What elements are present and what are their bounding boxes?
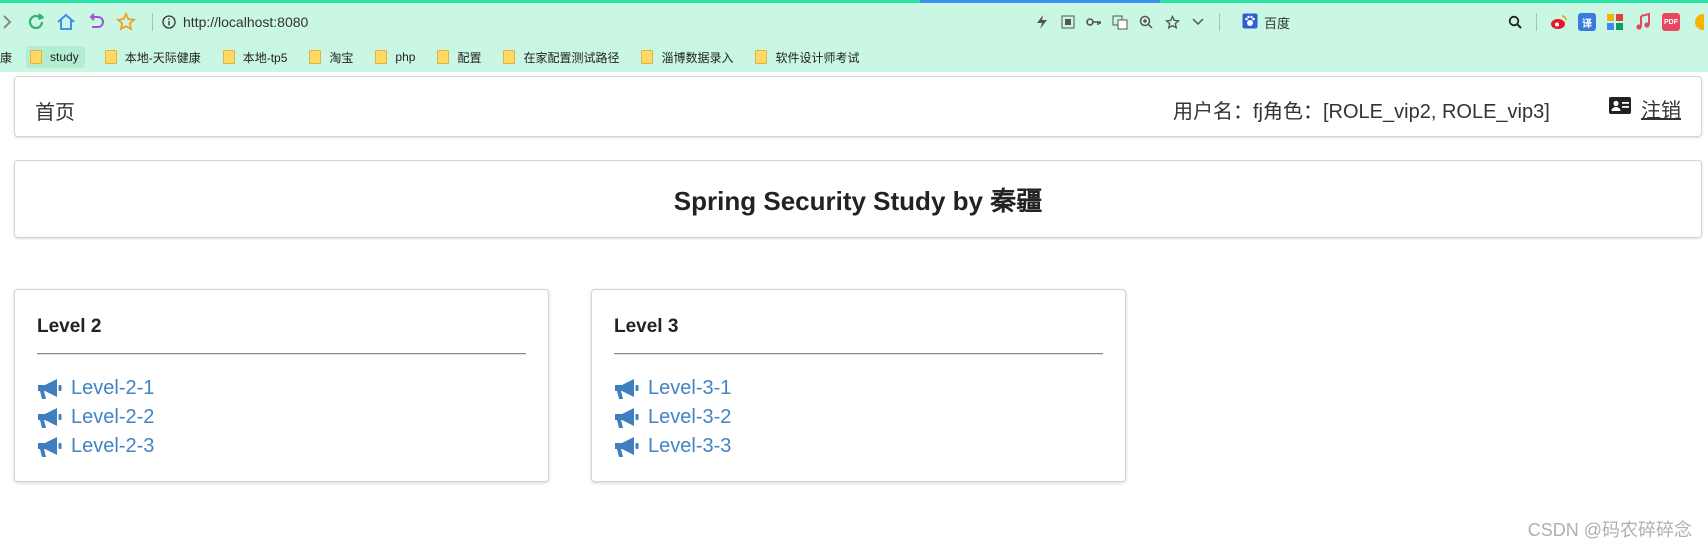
title-segment: Spring Security Study by 秦疆: [14, 160, 1702, 238]
page-load-progress: [0, 0, 1708, 3]
bullhorn-icon: [614, 436, 639, 458]
level-2-1-link[interactable]: Level-2-1: [71, 377, 154, 400]
browser-chrome: http://localhost:8080 百度 译 PDF 康 study 本…: [0, 0, 1708, 72]
bullhorn-icon: [37, 407, 62, 429]
folder-icon: [755, 50, 768, 64]
bookmark-config[interactable]: 配置: [435, 46, 483, 68]
logout-link[interactable]: 注销: [1609, 94, 1681, 123]
favorite-star-icon[interactable]: [114, 10, 138, 34]
moon-icon[interactable]: [1690, 13, 1708, 31]
link-list: Level-2-1 Level-2-2 Level-2-3: [37, 374, 154, 461]
bookmark-tianji[interactable]: 本地-天际健康: [103, 46, 203, 68]
level-2-card: Level 2 Level-2-1 Level-2-2 Level-2-3: [14, 289, 549, 482]
logout-label: 注销: [1641, 100, 1681, 122]
top-menu: 首页 用户名：fj角色：[ROLE_vip2, ROLE_vip3] 注销: [14, 76, 1702, 137]
bullhorn-icon: [37, 436, 62, 458]
toolbar-divider: [152, 13, 153, 31]
bookmark-label: 淄博数据录入: [661, 50, 734, 65]
level-2-3-link[interactable]: Level-2-3: [71, 435, 154, 458]
list-item: Level-2-2: [37, 403, 154, 432]
list-item: Level-3-1: [614, 374, 731, 403]
toolbar-divider: [1536, 13, 1537, 31]
browser-toolbar: http://localhost:8080 百度 译 PDF: [0, 5, 1708, 39]
bookmark-label: study: [50, 50, 79, 64]
bookmark-tp5[interactable]: 本地-tp5: [221, 46, 290, 68]
user-role-info: 用户名：fj角色：[ROLE_vip2, ROLE_vip3]: [1173, 101, 1550, 123]
weibo-extension-icon[interactable]: [1550, 13, 1568, 31]
bookmark-php[interactable]: php: [373, 46, 417, 68]
search-engine-label: 百度: [1264, 15, 1291, 31]
bookmark-home-config[interactable]: 在家配置测试路径: [501, 46, 621, 68]
level-2-2-link[interactable]: Level-2-2: [71, 406, 154, 429]
bookmark-star-icon[interactable]: [1162, 12, 1182, 32]
undo-close-tab-icon[interactable]: [84, 10, 108, 34]
apps-grid-icon[interactable]: [1606, 13, 1624, 31]
home-link[interactable]: 首页: [35, 96, 75, 125]
list-item: Level-2-3: [37, 432, 154, 461]
folder-icon: [437, 50, 450, 64]
bullhorn-icon: [614, 378, 639, 400]
divider: [614, 353, 1103, 355]
site-info-icon[interactable]: [161, 10, 177, 34]
card-heading: Level 3: [614, 316, 679, 337]
folder-icon: [309, 50, 322, 64]
folder-icon: [375, 50, 388, 64]
bookmark-partial[interactable]: 康: [0, 46, 14, 68]
translate-icon[interactable]: [1110, 12, 1130, 32]
list-item: Level-3-2: [614, 403, 731, 432]
card-heading: Level 2: [37, 316, 102, 337]
pdf-extension-icon[interactable]: PDF: [1662, 13, 1680, 31]
folder-icon: [222, 50, 235, 64]
level-3-card: Level 3 Level-3-1 Level-3-2 Level-3-3: [591, 289, 1126, 482]
toolbar-right: 百度 译 PDF: [1029, 5, 1708, 39]
lightning-icon[interactable]: [1032, 12, 1052, 32]
folder-icon: [30, 50, 43, 64]
folder-icon: [104, 50, 117, 64]
link-list: Level-3-1 Level-3-2 Level-3-3: [614, 374, 731, 461]
bookmark-zibo-data[interactable]: 淄博数据录入: [639, 46, 735, 68]
bookmarks-bar: 康 study 本地-天际健康 本地-tp5 淘宝 php 配置 在家配置测试路…: [0, 44, 1708, 70]
bookmark-label: php: [395, 50, 416, 64]
forward-icon[interactable]: [0, 10, 14, 34]
folder-icon: [503, 50, 516, 64]
bookmark-label: 本地-tp5: [242, 50, 288, 65]
bullhorn-icon: [614, 407, 639, 429]
bookmark-study[interactable]: study: [26, 46, 85, 68]
page-title: Spring Security Study by 秦疆: [673, 185, 1043, 216]
list-item: Level-2-1: [37, 374, 154, 403]
address-card-icon: [1609, 97, 1631, 120]
level-3-1-link[interactable]: Level-3-1: [648, 377, 731, 400]
chevron-down-icon[interactable]: [1188, 12, 1208, 32]
bookmark-label: 在家配置测试路径: [523, 50, 620, 65]
bookmark-label: 本地-天际健康: [124, 50, 201, 65]
address-bar[interactable]: http://localhost:8080: [183, 14, 308, 30]
level-3-3-link[interactable]: Level-3-3: [648, 435, 731, 458]
baidu-paw-icon: [1242, 13, 1258, 32]
bookmark-label: 配置: [457, 50, 482, 65]
bookmark-software-exam[interactable]: 软件设计师考试: [753, 46, 861, 68]
music-note-icon[interactable]: [1634, 13, 1652, 31]
qr-code-icon[interactable]: [1058, 12, 1078, 32]
reload-icon[interactable]: [24, 10, 48, 34]
translate-extension-icon[interactable]: 译: [1578, 13, 1596, 31]
divider: [37, 353, 526, 355]
folder-icon: [641, 50, 654, 64]
search-icon[interactable]: [1505, 12, 1525, 32]
level-3-2-link[interactable]: Level-3-2: [648, 406, 731, 429]
key-icon[interactable]: [1084, 12, 1104, 32]
list-item: Level-3-3: [614, 432, 731, 461]
home-icon[interactable]: [54, 10, 78, 34]
bullhorn-icon: [37, 378, 62, 400]
bookmark-label: 康: [0, 50, 13, 65]
bookmark-taobao[interactable]: 淘宝: [307, 46, 355, 68]
csdn-watermark: CSDN @码农碎碎念: [1527, 520, 1692, 540]
bookmark-label: 软件设计师考试: [775, 50, 860, 65]
bookmark-label: 淘宝: [329, 50, 354, 65]
toolbar-divider: [1219, 13, 1220, 31]
zoom-icon[interactable]: [1136, 12, 1156, 32]
search-engine-box[interactable]: 百度: [1242, 13, 1502, 32]
